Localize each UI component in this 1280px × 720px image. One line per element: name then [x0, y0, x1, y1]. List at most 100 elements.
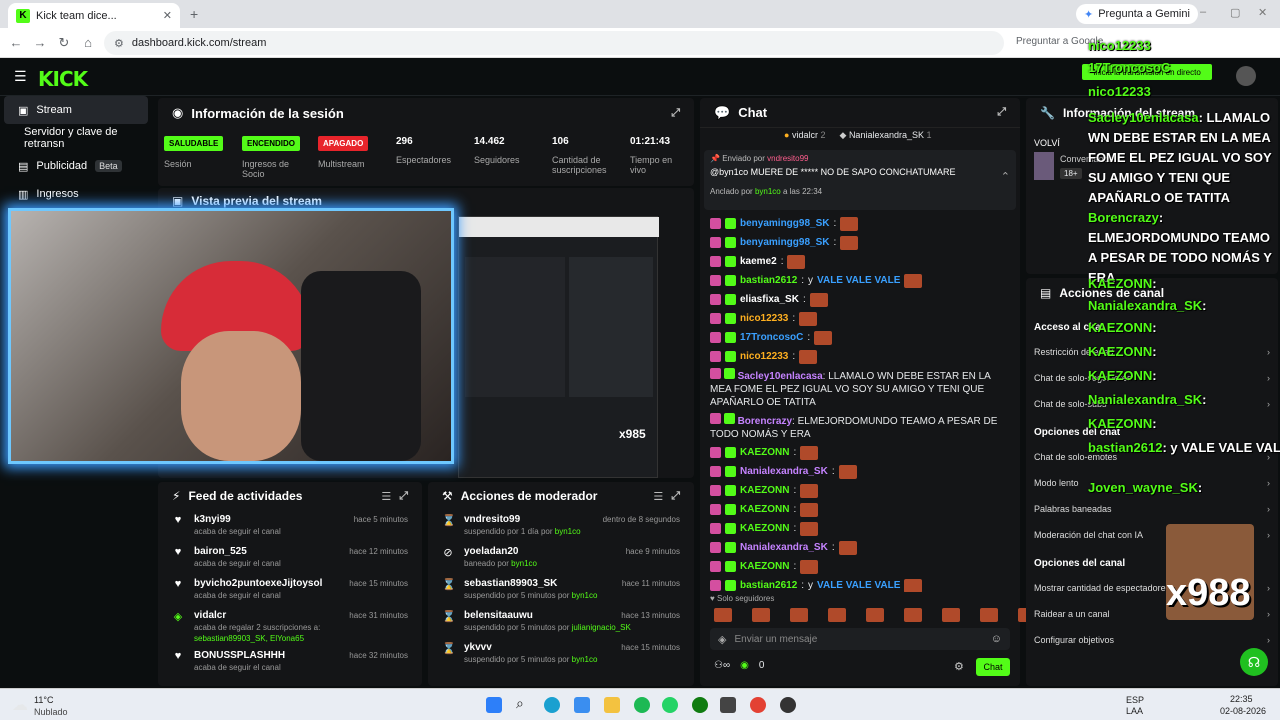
chat-username[interactable]: kaeme2 [740, 256, 777, 267]
maximize-icon[interactable]: ▢ [1230, 6, 1240, 19]
lang-label[interactable]: ESP [1126, 695, 1144, 705]
whatsapp-icon[interactable] [662, 697, 678, 713]
mod-by[interactable]: byn1co [572, 591, 598, 600]
feed-user[interactable]: bairon_525 [194, 546, 281, 557]
avatar[interactable] [1236, 66, 1256, 86]
chat-username[interactable]: benyamingg98_SK [740, 218, 829, 229]
mod-user[interactable]: belensitaauwu [464, 610, 631, 621]
chat-username[interactable]: 17TroncosoC [740, 332, 803, 343]
close-window-icon[interactable]: ✕ [1258, 6, 1267, 19]
chat-message[interactable]: nico12233: [700, 309, 1020, 328]
settings-icon[interactable]: ⚙ [954, 660, 964, 673]
new-tab-icon[interactable]: + [190, 6, 198, 22]
stream-preview[interactable]: x985 [458, 216, 659, 478]
sidebar-item-ads[interactable]: ▤ Publicidad Beta [4, 152, 148, 180]
feed-row[interactable]: ♥ byvicho2puntoexeJijtoysol acaba de seg… [172, 574, 408, 606]
home-icon[interactable]: ⌂ [76, 35, 100, 50]
collapse-pin-icon[interactable]: ⌃ [1001, 170, 1010, 183]
chat-message[interactable]: eliasfixa_SK: [700, 290, 1020, 309]
chat-message[interactable]: benyamingg98_SK: [700, 233, 1020, 252]
app-icon[interactable] [720, 697, 736, 713]
store-icon[interactable] [574, 697, 590, 713]
feed-user[interactable]: BONUSSPLASHHH [194, 650, 285, 661]
chat-message[interactable]: KAEZONN: [700, 443, 1020, 462]
chat-username[interactable]: eliasfixa_SK [740, 294, 799, 305]
chat-message[interactable]: 17TroncosoC: [700, 328, 1020, 347]
close-tab-icon[interactable]: ✕ [163, 9, 172, 22]
chat-username[interactable]: KAEZONN [740, 485, 789, 496]
minimize-icon[interactable]: – [1200, 6, 1206, 18]
expand-icon[interactable]: ⤢ [671, 107, 680, 120]
mod-by[interactable]: byn1co [572, 655, 598, 664]
support-icon[interactable]: ☊ [1240, 648, 1268, 676]
emote[interactable] [714, 608, 732, 622]
channel-action-item[interactable]: Palabras baneadas › [1034, 496, 1270, 522]
chat-message[interactable]: KAEZONN: [700, 557, 1020, 576]
mod-user[interactable]: sebastian89903_SK [464, 578, 597, 589]
folder-icon[interactable] [604, 697, 620, 713]
expand-icon[interactable]: ⤢ [997, 106, 1006, 119]
gifter-1[interactable]: ● vidalcr 2 [784, 130, 826, 141]
kick-logo[interactable]: KICK [38, 67, 88, 91]
emote[interactable] [828, 608, 846, 622]
xbox-icon[interactable] [692, 697, 708, 713]
url-input[interactable]: ⚙ dashboard.kick.com/stream [104, 31, 1004, 55]
chat-message[interactable]: bastian2612: y VALE VALE VALE [700, 576, 1020, 592]
chat-message[interactable]: kaeme2: [700, 252, 1020, 271]
chat-message[interactable]: bastian2612: y VALE VALE VALE [700, 271, 1020, 290]
emote[interactable] [866, 608, 884, 622]
emoji-icon[interactable]: ☺ [991, 633, 1002, 645]
chat-message[interactable]: KAEZONN: [700, 481, 1020, 500]
start-icon[interactable] [486, 697, 502, 713]
chat-input[interactable]: ◈ Enviar un mensaje ☺ [710, 628, 1010, 650]
chat-username[interactable]: KAEZONN [740, 561, 789, 572]
sidebar-item-income[interactable]: ▥ Ingresos [4, 180, 148, 208]
chat-message[interactable]: Nanialexandra_SK: [700, 538, 1020, 557]
gifter-2[interactable]: ◆ Nanialexandra_SK 1 [840, 130, 932, 141]
chrome-icon[interactable] [750, 697, 766, 713]
mod-row[interactable]: ⊘ yoeladan20 baneado por byn1co hace 9 m… [442, 542, 680, 574]
chat-message[interactable]: KAEZONN: [700, 500, 1020, 519]
chat-message[interactable]: benyamingg98_SK: [700, 214, 1020, 233]
sidebar-item-server-key[interactable]: Servidor y clave de retransn [4, 124, 148, 152]
emote[interactable] [752, 608, 770, 622]
send-chat-button[interactable]: Chat [976, 658, 1010, 676]
chat-username[interactable]: nico12233 [740, 313, 788, 324]
mod-user[interactable]: ykvvv [464, 642, 597, 653]
gemini-button[interactable]: ✦ Pregunta a Gemini [1076, 4, 1198, 24]
chat-message[interactable]: Sacley10enlacasa: LLAMALO WN DEBE ESTAR … [700, 366, 1020, 411]
search-icon[interactable]: ⌕ [516, 695, 532, 711]
emote[interactable] [942, 608, 960, 622]
edge-icon[interactable] [544, 697, 560, 713]
chat-message[interactable]: nico12233: [700, 347, 1020, 366]
chat-username[interactable]: bastian2612 [740, 275, 797, 286]
chat-username[interactable]: KAEZONN [740, 504, 789, 515]
mod-by[interactable]: byn1co [511, 559, 537, 568]
chat-username[interactable]: Borencrazy [738, 416, 792, 427]
chat-username[interactable]: Nanialexandra_SK [740, 542, 828, 553]
reload-icon[interactable]: ↻ [52, 35, 76, 51]
filter-icon[interactable]: ☰ [381, 490, 391, 503]
mod-by[interactable]: julianignacio_SK [572, 623, 631, 632]
mod-row[interactable]: ⌛ ykvvv suspendido por 5 minutos por byn… [442, 638, 680, 670]
mod-row[interactable]: ⌛ sebastian89903_SK suspendido por 5 min… [442, 574, 680, 606]
chat-username[interactable]: benyamingg98_SK [740, 237, 829, 248]
chat-username[interactable]: Nanialexandra_SK [740, 466, 828, 477]
mod-row[interactable]: ⌛ vndresito99 suspendido por 1 día por b… [442, 510, 680, 542]
site-info-icon[interactable]: ⚙ [114, 37, 124, 50]
feed-user[interactable]: k3nyi99 [194, 514, 281, 525]
feed-row[interactable]: ♥ BONUSSPLASHHH acaba de seguir el canal… [172, 646, 408, 678]
chat-username[interactable]: nico12233 [740, 351, 788, 362]
clock-time[interactable]: 22:35 [1230, 694, 1253, 704]
users-icon[interactable]: ⚇∞ [714, 660, 730, 671]
emote[interactable] [980, 608, 998, 622]
mod-row[interactable]: ⌛ belensitaauwu suspendido por 5 minutos… [442, 606, 680, 638]
browser-tab[interactable]: K Kick team dice... ✕ [8, 3, 180, 28]
forward-icon[interactable]: → [28, 35, 52, 50]
back-icon[interactable]: ← [4, 35, 28, 50]
chat-message[interactable]: Nanialexandra_SK: [700, 462, 1020, 481]
filter-icon[interactable]: ☰ [653, 490, 663, 503]
mod-user[interactable]: yoeladan20 [464, 546, 537, 557]
feed-gift-recipients[interactable]: sebastian89903_SK, ElYona65 [194, 634, 320, 643]
chat-username[interactable]: KAEZONN [740, 523, 789, 534]
